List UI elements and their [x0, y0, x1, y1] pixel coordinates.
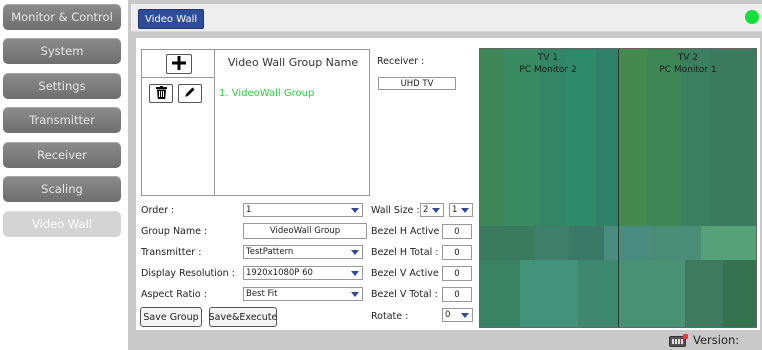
bezel-h-active-input[interactable]: 0	[442, 224, 472, 239]
chevron-down-icon	[432, 208, 440, 213]
chevron-down-icon	[351, 271, 359, 276]
chevron-down-icon	[351, 292, 359, 297]
version-label: Version:	[693, 333, 740, 347]
preview-stripe	[520, 260, 578, 327]
display-resolution-value: 1920x1080P 60	[246, 268, 313, 278]
plus-icon	[172, 54, 186, 75]
preview-divider	[618, 49, 619, 327]
bezel-v-active-input[interactable]: 0	[442, 266, 472, 281]
transmitter-value: TestPattern	[246, 247, 294, 257]
bezel-v-total-label: Bezel V Total :	[371, 289, 438, 300]
video-wall-preview: TV 1 PC Monitor 2 TV 2 PC Monitor 1	[479, 48, 757, 328]
display-resolution-label: Display Resolution :	[141, 268, 235, 279]
tv2-title: TV 2	[677, 53, 699, 63]
wall-size-cols-select[interactable]: 2	[420, 203, 444, 217]
bezel-h-total-label: Bezel H Total :	[371, 247, 439, 258]
chevron-down-icon	[351, 208, 359, 213]
chevron-down-icon	[351, 250, 359, 255]
sidebar-item-receiver[interactable]: Receiver	[3, 142, 121, 168]
preview-stripe	[723, 260, 756, 327]
order-select[interactable]: 1	[243, 203, 363, 217]
sidebar-item-scaling[interactable]: Scaling	[3, 176, 121, 202]
group-list-header: Video Wall Group Name	[227, 56, 359, 69]
rotate-label: Rotate :	[371, 311, 409, 322]
preview-stripe	[619, 260, 685, 327]
group-list-toolbar-divider	[141, 77, 215, 78]
bezel-h-active-label: Bezel H Active :	[371, 226, 446, 237]
save-group-button[interactable]: Save Group	[140, 307, 202, 327]
order-value: 1	[246, 205, 252, 215]
edit-group-button[interactable]	[178, 84, 202, 103]
aspect-ratio-value: Best Fit	[246, 289, 278, 299]
trash-icon	[155, 85, 167, 102]
bezel-v-active-label: Bezel V Active :	[371, 268, 445, 279]
add-group-button[interactable]	[166, 54, 192, 74]
receiver-label: Receiver :	[377, 56, 425, 67]
top-bar	[131, 4, 762, 32]
group-list-divider	[214, 49, 215, 196]
wall-size-cols-value: 2	[423, 205, 429, 215]
display-resolution-select[interactable]: 1920x1080P 60	[243, 266, 363, 280]
sidebar-item-video-wall[interactable]: Video Wall	[3, 211, 121, 237]
rotate-value: 0	[445, 310, 451, 320]
wall-size-rows-select[interactable]: 1	[449, 203, 473, 217]
chevron-down-icon	[461, 208, 469, 213]
keyboard-icon[interactable]	[669, 334, 688, 347]
tab-video-wall[interactable]: Video Wall	[138, 9, 205, 29]
preview-stripe	[480, 260, 520, 327]
sidebar-item-monitor-control[interactable]: Monitor & Control	[3, 4, 121, 30]
aspect-ratio-label: Aspect Ratio :	[141, 289, 207, 300]
group-name-label: Group Name :	[141, 226, 208, 237]
save-execute-button[interactable]: Save&Execute	[209, 307, 277, 327]
chevron-down-icon	[461, 313, 469, 318]
sidebar-item-system[interactable]: System	[3, 38, 121, 64]
wall-size-label: Wall Size :	[371, 205, 420, 216]
tv2-name: PC Monitor 1	[659, 65, 717, 75]
preview-stripe	[685, 260, 723, 327]
wall-size-rows-value: 1	[452, 205, 458, 215]
tv1-title: TV 1	[537, 53, 559, 63]
bezel-h-total-input[interactable]: 0	[442, 245, 472, 260]
delete-group-button[interactable]	[149, 84, 173, 103]
sidebar-item-transmitter[interactable]: Transmitter	[3, 107, 121, 133]
sidebar: Monitor & Control System Settings Transm…	[0, 0, 128, 350]
group-list-item[interactable]: 1. VideoWall Group	[219, 88, 314, 99]
aspect-ratio-select[interactable]: Best Fit	[243, 287, 363, 301]
receiver-value[interactable]: UHD TV	[378, 77, 456, 90]
tv1-name: PC Monitor 2	[519, 65, 577, 75]
transmitter-label: Transmitter :	[141, 247, 202, 258]
status-indicator	[745, 10, 759, 24]
sidebar-item-settings[interactable]: Settings	[3, 73, 121, 99]
order-label: Order :	[141, 205, 175, 216]
pencil-icon	[184, 86, 196, 101]
group-name-input[interactable]: VideoWall Group	[243, 223, 367, 239]
transmitter-select[interactable]: TestPattern	[243, 245, 363, 259]
rotate-select[interactable]: 0	[442, 308, 473, 322]
bezel-v-total-input[interactable]: 0	[442, 287, 472, 302]
preview-stripe	[578, 260, 618, 327]
